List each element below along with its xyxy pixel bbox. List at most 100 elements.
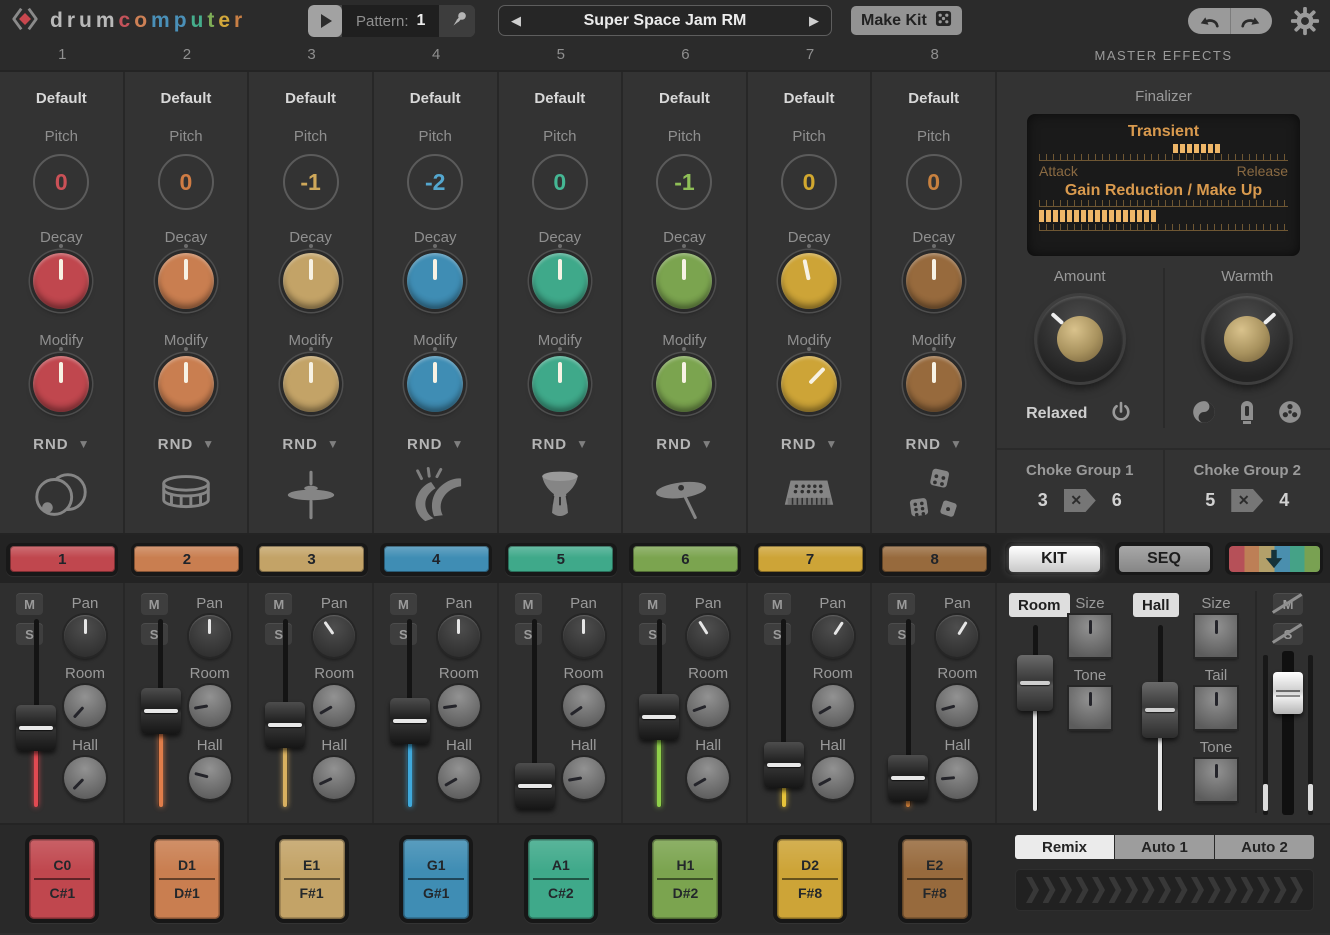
pitch-control[interactable]: -1	[283, 154, 339, 210]
choke-group-2-channel-b[interactable]: 4	[1279, 490, 1289, 511]
decay-knob[interactable]	[33, 253, 89, 309]
preset-selector[interactable]: Default	[161, 90, 212, 110]
pan-knob[interactable]	[438, 615, 480, 657]
compressor-mode-selector[interactable]: Relaxed	[1026, 405, 1087, 423]
hall-reverb-button[interactable]: Hall	[1133, 593, 1179, 617]
hihat-icon[interactable]	[280, 462, 342, 528]
trigger-pad[interactable]: D1 D#1	[150, 835, 224, 923]
pan-knob[interactable]	[189, 615, 231, 657]
hall-send-knob[interactable]	[687, 757, 729, 799]
randomize-control[interactable]: RND ▼	[781, 434, 837, 454]
channel-volume-fader[interactable]	[390, 619, 430, 811]
preset-selector[interactable]: Default	[784, 90, 835, 110]
channel-volume-fader[interactable]	[764, 619, 804, 811]
pattern-display[interactable]: Pattern: 1	[342, 5, 439, 37]
pan-knob[interactable]	[313, 615, 355, 657]
saturation-curve-icon[interactable]	[1191, 399, 1217, 430]
decay-knob[interactable]	[781, 253, 837, 309]
trigger-pad[interactable]: C0 C#1	[25, 835, 99, 923]
mute-button[interactable]: M	[390, 593, 417, 615]
trigger-pad[interactable]: G1 G#1	[399, 835, 473, 923]
preset-selector[interactable]: Default	[534, 90, 585, 110]
hall-send-knob[interactable]	[812, 757, 854, 799]
mute-button[interactable]: M	[764, 593, 791, 615]
auto-1-tab[interactable]: Auto 1	[1115, 835, 1214, 859]
modify-knob[interactable]	[656, 356, 712, 412]
room-tone-knob[interactable]	[1069, 687, 1111, 729]
channel-select-button[interactable]: 8	[879, 543, 991, 576]
clap-icon[interactable]	[404, 462, 466, 528]
mute-button[interactable]: M	[16, 593, 43, 615]
remix-tab[interactable]: Remix	[1015, 835, 1114, 859]
decay-knob[interactable]	[656, 253, 712, 309]
master-solo-button[interactable]: S	[1273, 623, 1303, 645]
remix-intensity-bar[interactable]	[1015, 869, 1314, 911]
randomize-control[interactable]: RND ▼	[532, 434, 588, 454]
master-volume-fader[interactable]	[1273, 649, 1303, 817]
trigger-pad[interactable]: D2 F#8	[773, 835, 847, 923]
randomize-control[interactable]: RND ▼	[905, 434, 961, 454]
mute-button[interactable]: M	[265, 593, 292, 615]
synth-icon[interactable]	[778, 462, 840, 528]
dice-icon[interactable]	[904, 462, 964, 528]
pitch-control[interactable]: 0	[158, 154, 214, 210]
channel-select-button[interactable]: 2	[131, 543, 243, 576]
amount-knob[interactable]	[1037, 296, 1123, 382]
decay-knob[interactable]	[407, 253, 463, 309]
pan-knob[interactable]	[936, 615, 978, 657]
decay-knob[interactable]	[158, 253, 214, 309]
choke-group-1-clear-button[interactable]: ✕	[1064, 489, 1096, 512]
room-send-knob[interactable]	[563, 685, 605, 727]
room-return-fader[interactable]	[1017, 625, 1053, 815]
choke-group-1-channel-b[interactable]: 6	[1112, 490, 1122, 511]
master-mute-button[interactable]: M	[1273, 593, 1303, 615]
tape-reel-icon[interactable]	[1277, 399, 1303, 430]
channel-select-button[interactable]: 1	[6, 543, 118, 576]
preset-selector[interactable]: Default	[908, 90, 959, 110]
preset-selector[interactable]: Default	[285, 90, 336, 110]
randomize-control[interactable]: RND ▼	[282, 434, 338, 454]
modify-knob[interactable]	[283, 356, 339, 412]
trigger-pad[interactable]: A1 C#2	[524, 835, 598, 923]
room-send-knob[interactable]	[64, 685, 106, 727]
play-button[interactable]	[308, 5, 342, 37]
settings-button[interactable]	[1288, 4, 1322, 38]
kit-name[interactable]: Super Space Jam RM	[584, 12, 747, 30]
hall-send-knob[interactable]	[189, 757, 231, 799]
pin-pattern-button[interactable]	[439, 5, 475, 37]
modify-knob[interactable]	[906, 356, 962, 412]
randomize-control[interactable]: RND ▼	[656, 434, 712, 454]
preset-selector[interactable]: Default	[659, 90, 710, 110]
modify-knob[interactable]	[781, 356, 837, 412]
pitch-control[interactable]: 0	[532, 154, 588, 210]
hall-size-knob[interactable]	[1195, 615, 1237, 657]
pitch-control[interactable]: -2	[407, 154, 463, 210]
channel-select-button[interactable]: 5	[505, 543, 617, 576]
power-icon[interactable]	[1109, 400, 1133, 429]
choke-group-2-clear-button[interactable]: ✕	[1231, 489, 1263, 512]
choke-group-2-channel-a[interactable]: 5	[1205, 490, 1215, 511]
modify-knob[interactable]	[158, 356, 214, 412]
decay-knob[interactable]	[283, 253, 339, 309]
channel-volume-fader[interactable]	[141, 619, 181, 811]
previous-kit-arrow-icon[interactable]: ◀	[511, 13, 521, 29]
hall-tail-knob[interactable]	[1195, 687, 1237, 729]
randomize-control[interactable]: RND ▼	[158, 434, 214, 454]
room-send-knob[interactable]	[936, 685, 978, 727]
decay-knob[interactable]	[532, 253, 588, 309]
hall-send-knob[interactable]	[563, 757, 605, 799]
finalizer-display[interactable]: Transient Attack Release Gain Reduction …	[1027, 114, 1300, 256]
kick-drum-icon[interactable]	[30, 462, 92, 528]
seq-view-button[interactable]: SEQ	[1115, 542, 1213, 575]
channel-volume-fader[interactable]	[515, 619, 555, 811]
modify-knob[interactable]	[33, 356, 89, 412]
pitch-control[interactable]: 0	[33, 154, 89, 210]
collapse-kit-button[interactable]	[1225, 542, 1323, 575]
next-kit-arrow-icon[interactable]: ▶	[809, 13, 819, 29]
pitch-control[interactable]: 0	[906, 154, 962, 210]
undo-button[interactable]	[1188, 8, 1231, 34]
randomize-control[interactable]: RND ▼	[407, 434, 463, 454]
djembe-icon[interactable]	[530, 462, 590, 528]
hall-send-knob[interactable]	[936, 757, 978, 799]
modify-knob[interactable]	[532, 356, 588, 412]
